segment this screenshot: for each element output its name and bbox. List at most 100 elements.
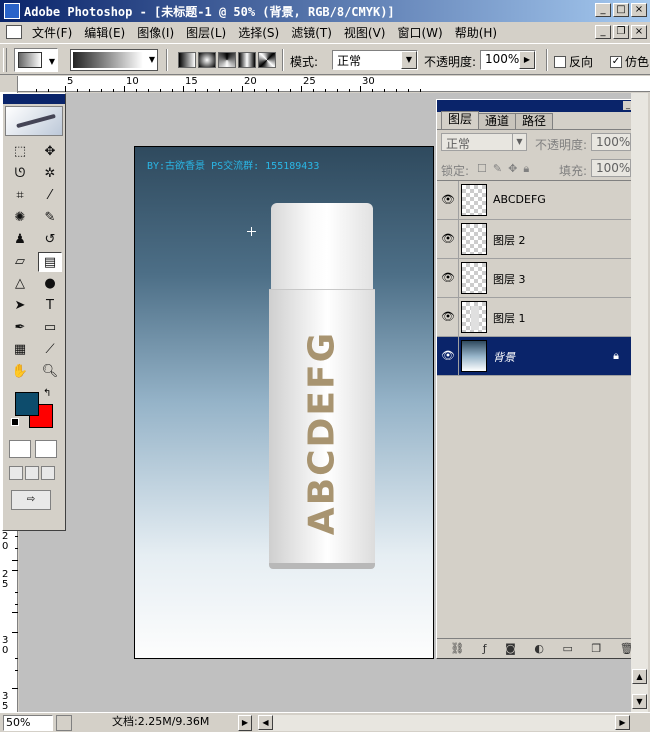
scroll-left-icon[interactable]: ◀: [258, 715, 273, 730]
full-screen-mode-button[interactable]: [41, 466, 55, 480]
tab-paths[interactable]: 路径: [515, 113, 554, 129]
options-bar-grip[interactable]: [3, 48, 7, 72]
menu-layer[interactable]: 图层(L): [180, 24, 232, 41]
layer-name[interactable]: ABCDEFG: [493, 193, 546, 206]
imageready-icon[interactable]: [56, 715, 72, 731]
link-layers-icon[interactable]: ⛓: [450, 642, 464, 655]
layer-name[interactable]: 图层 1: [493, 310, 526, 326]
dither-checkbox-box[interactable]: ✓: [610, 55, 622, 68]
layer-mask-icon[interactable]: ◙: [505, 642, 516, 655]
document-icon[interactable]: [6, 25, 22, 39]
blur-tool-icon[interactable]: △: [8, 274, 32, 294]
marquee-tool-icon[interactable]: ⬚: [8, 142, 32, 162]
slice-tool-icon[interactable]: ⁄: [38, 186, 62, 206]
scroll-up-icon[interactable]: ▲: [632, 669, 647, 684]
doc-minimize-button[interactable]: _: [595, 25, 611, 39]
gradient-picker[interactable]: ▼: [70, 49, 158, 71]
move-tool-icon[interactable]: ✥: [38, 142, 62, 162]
lock-pixels-icon[interactable]: ✎: [493, 162, 502, 176]
foreground-color-swatch[interactable]: [15, 392, 39, 416]
doc-restore-button[interactable]: ❐: [613, 25, 629, 39]
chevron-right-icon[interactable]: ▶: [238, 715, 252, 731]
path-selection-tool-icon[interactable]: ➤: [8, 296, 32, 316]
new-group-icon[interactable]: ▭: [562, 642, 572, 655]
pen-tool-icon[interactable]: ✒: [8, 318, 32, 338]
crop-tool-icon[interactable]: ⌗: [8, 186, 32, 206]
tool-preset-picker[interactable]: ▼: [14, 48, 58, 72]
lock-position-icon[interactable]: ✥: [508, 162, 517, 176]
eye-icon[interactable]: 👁︎: [441, 232, 455, 246]
healing-brush-tool-icon[interactable]: ✺: [8, 208, 32, 228]
new-layer-icon[interactable]: ❐: [591, 642, 601, 655]
blend-mode-select[interactable]: 正常 ▼: [441, 133, 527, 151]
close-button[interactable]: ×: [631, 3, 647, 17]
layer-style-icon[interactable]: ƒ: [483, 642, 487, 655]
toolbox-header[interactable]: [3, 94, 65, 104]
opacity-input[interactable]: 100% ▶: [480, 50, 536, 70]
eye-icon[interactable]: 👁︎: [441, 310, 455, 324]
menu-select[interactable]: 选择(S): [232, 24, 285, 41]
notes-tool-icon[interactable]: ▦: [8, 340, 32, 360]
horizontal-ruler[interactable]: 5 10 15 20 25 30: [0, 76, 650, 92]
shape-tool-icon[interactable]: ▭: [38, 318, 62, 338]
layer-row-background[interactable]: 👁︎ 背景 🔒︎: [437, 337, 633, 376]
layer-row-abcdefg[interactable]: 👁︎ ABCDEFG: [437, 181, 633, 220]
eye-icon[interactable]: 👁︎: [441, 271, 455, 285]
lock-transparency-icon[interactable]: ☐: [477, 162, 487, 176]
quick-mask-mode-button[interactable]: [35, 440, 57, 458]
photoshop-app-icon[interactable]: [4, 3, 20, 19]
clone-stamp-tool-icon[interactable]: ♟: [8, 230, 32, 250]
standard-mode-button[interactable]: [9, 440, 31, 458]
document-info[interactable]: 文档:2.25M/9.36M ▶: [76, 715, 252, 731]
menu-file[interactable]: 文件(F): [26, 24, 78, 41]
lasso-tool-icon[interactable]: ᘎ: [8, 164, 32, 184]
menu-filter[interactable]: 滤镜(T): [285, 24, 338, 41]
menu-help[interactable]: 帮助(H): [449, 24, 503, 41]
angle-gradient-button[interactable]: [218, 52, 236, 68]
maximize-button[interactable]: □: [613, 3, 629, 17]
reflected-gradient-button[interactable]: [238, 52, 256, 68]
swap-colors-icon[interactable]: ↰: [43, 388, 51, 399]
type-tool-icon[interactable]: T: [38, 296, 62, 316]
slider-arrow-icon[interactable]: ▶: [519, 51, 535, 69]
tab-channels[interactable]: 通道: [478, 113, 517, 129]
ruler-corner[interactable]: [0, 76, 18, 92]
magic-wand-tool-icon[interactable]: ✲: [38, 164, 62, 184]
mode-select[interactable]: 正常 ▼: [332, 50, 418, 70]
hand-tool-icon[interactable]: ✋: [8, 362, 32, 382]
eye-icon[interactable]: 👁︎: [441, 349, 455, 363]
tab-layers[interactable]: 图层: [441, 111, 480, 129]
zoom-field[interactable]: 50%: [3, 715, 53, 731]
layer-row-layer-2[interactable]: 👁︎ 图层 2: [437, 220, 633, 259]
workspace-vertical-scrollbar[interactable]: ▲ ▼: [631, 93, 648, 712]
diamond-gradient-button[interactable]: [258, 52, 276, 68]
gradient-tool-icon[interactable]: ▤: [38, 252, 62, 272]
dodge-tool-icon[interactable]: ●: [38, 274, 62, 294]
menu-edit[interactable]: 编辑(E): [78, 24, 131, 41]
default-colors-icon[interactable]: [11, 418, 19, 426]
layer-row-layer-3[interactable]: 👁︎ 图层 3: [437, 259, 633, 298]
document-canvas[interactable]: BY:古欲香景 PS交流群: 155189433 ABCDEFG: [134, 146, 434, 659]
menu-view[interactable]: 视图(V): [338, 24, 392, 41]
eye-icon[interactable]: 👁︎: [441, 193, 455, 207]
workspace-horizontal-scrollbar[interactable]: ◀ ▶: [258, 715, 630, 731]
layer-name[interactable]: 背景: [493, 349, 515, 365]
zoom-tool-icon[interactable]: 🔍︎: [38, 362, 62, 382]
radial-gradient-button[interactable]: [198, 52, 216, 68]
scroll-right-icon[interactable]: ▶: [615, 715, 630, 730]
layer-name[interactable]: 图层 2: [493, 232, 526, 248]
menu-image[interactable]: 图像(I): [131, 24, 180, 41]
adjustment-layer-icon[interactable]: ◐: [534, 642, 544, 655]
jump-to-imageready-button[interactable]: ⇨: [11, 490, 51, 510]
history-brush-tool-icon[interactable]: ↺: [38, 230, 62, 250]
menu-window[interactable]: 窗口(W): [391, 24, 448, 41]
dither-checkbox[interactable]: ✓ 仿色: [610, 53, 649, 70]
minimize-button[interactable]: _: [595, 3, 611, 17]
standard-screen-mode-button[interactable]: [9, 466, 23, 480]
scroll-down-icon[interactable]: ▼: [632, 694, 647, 709]
reverse-checkbox[interactable]: 反向: [554, 53, 593, 70]
brush-tool-icon[interactable]: ✎: [38, 208, 62, 228]
full-screen-menu-mode-button[interactable]: [25, 466, 39, 480]
layer-row-layer-1[interactable]: 👁︎ 图层 1: [437, 298, 633, 337]
lock-all-icon[interactable]: 🔒︎: [523, 162, 529, 176]
